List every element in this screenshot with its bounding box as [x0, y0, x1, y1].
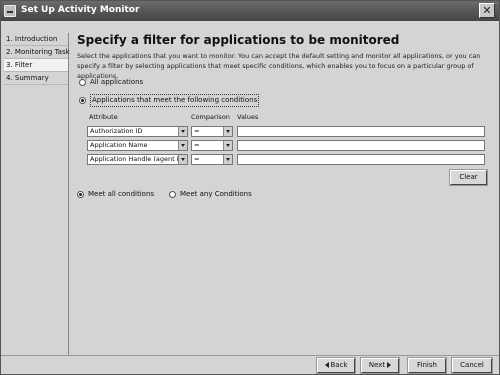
app-icon: [4, 5, 16, 17]
radio-all-applications[interactable]: All applications: [79, 77, 143, 88]
radio-applications-meeting-conditions[interactable]: Applications that meet the following con…: [79, 94, 260, 107]
radio-button[interactable]: [79, 79, 86, 86]
close-button[interactable]: ✕: [479, 3, 495, 18]
radio-button[interactable]: [79, 97, 86, 104]
back-label: Back: [330, 361, 348, 369]
radio-label: All applications: [90, 78, 144, 86]
comparison-select[interactable]: =: [191, 140, 233, 151]
attribute-select[interactable]: Application Name: [87, 140, 188, 151]
chevron-down-icon[interactable]: [178, 141, 187, 150]
attribute-select[interactable]: Authorization ID: [87, 126, 188, 137]
chevron-down-icon[interactable]: [223, 127, 232, 136]
attribute-value: Application Name: [90, 141, 148, 149]
comparison-select[interactable]: =: [191, 154, 233, 165]
radio-button[interactable]: [77, 191, 84, 198]
value-input[interactable]: [237, 154, 485, 165]
chevron-down-icon[interactable]: [178, 155, 187, 164]
back-button[interactable]: Back: [316, 357, 356, 374]
value-input[interactable]: [237, 126, 485, 137]
attribute-value: Authorization ID: [90, 127, 143, 135]
attribute-select[interactable]: Application Handle (agent ID): [87, 154, 188, 165]
column-header-values: Values: [237, 113, 259, 121]
set-up-activity-monitor-dialog: Set Up Activity Monitor ✕ 1. Introductio…: [0, 0, 500, 375]
wizard-steps-nav: 1. Introduction 2. Monitoring Task 3. Fi…: [4, 33, 70, 355]
comparison-value: =: [194, 141, 200, 149]
clear-button[interactable]: Clear: [449, 169, 488, 186]
title-bar[interactable]: Set Up Activity Monitor ✕: [1, 1, 499, 21]
filter-page: Specify a filter for applications to be …: [71, 33, 498, 355]
step-filter[interactable]: 3. Filter: [4, 59, 68, 72]
step-summary[interactable]: 4. Summary: [4, 72, 68, 85]
comparison-select[interactable]: =: [191, 126, 233, 137]
step-monitoring-task[interactable]: 2. Monitoring Task: [4, 46, 70, 59]
arrow-left-icon: [324, 362, 329, 368]
radio-meet-any-conditions[interactable]: Meet any Conditions: [169, 189, 252, 200]
chevron-down-icon[interactable]: [223, 155, 232, 164]
radio-label: Applications that meet the following con…: [90, 94, 260, 107]
value-input[interactable]: [237, 140, 485, 151]
page-heading: Specify a filter for applications to be …: [77, 33, 400, 47]
next-button[interactable]: Next: [360, 357, 400, 374]
step-introduction[interactable]: 1. Introduction: [4, 33, 68, 46]
radio-button[interactable]: [169, 191, 176, 198]
column-header-attribute: Attribute: [89, 113, 118, 121]
finish-button[interactable]: Finish: [407, 357, 447, 374]
wizard-footer: Back Next Finish Cancel: [1, 355, 499, 374]
attribute-value: Application Handle (agent ID): [90, 155, 187, 163]
window-title: Set Up Activity Monitor: [21, 5, 140, 15]
radio-label: Meet all conditions: [88, 190, 155, 198]
chevron-down-icon[interactable]: [223, 141, 232, 150]
arrow-right-icon: [387, 362, 392, 368]
chevron-down-icon[interactable]: [178, 127, 187, 136]
comparison-value: =: [194, 155, 200, 163]
next-label: Next: [368, 361, 386, 369]
column-header-comparison: Comparison: [191, 113, 230, 121]
comparison-value: =: [194, 127, 200, 135]
radio-label: Meet any Conditions: [180, 190, 252, 198]
radio-meet-all-conditions[interactable]: Meet all conditions: [77, 189, 154, 200]
cancel-button[interactable]: Cancel: [451, 357, 493, 374]
